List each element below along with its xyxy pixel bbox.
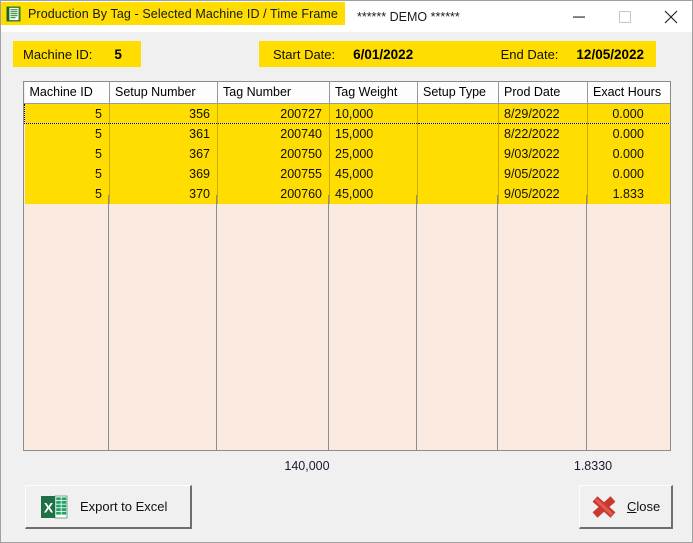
report-document-icon [6,6,21,22]
table-cell[interactable]: 0.000 [587,163,670,184]
table-cell[interactable]: 9/03/2022 [498,143,588,164]
table-cell[interactable]: 10,000 [329,103,418,124]
column-header-prod-date[interactable]: Prod Date [498,82,588,104]
table-cell[interactable] [417,163,499,184]
table-cell[interactable]: 1.833 [587,183,670,204]
machine-id-field: Machine ID: 5 [13,41,141,67]
table-cell[interactable]: 356 [109,103,218,124]
excel-icon: X [40,493,68,521]
table-cell[interactable]: 200727 [217,103,330,124]
production-table: Machine ID Setup Number Tag Number Tag Weig… [24,82,670,204]
table-cell[interactable]: 5 [24,163,110,184]
table-row[interactable]: 5 370 200760 45,000 9/05/2022 1.833 [24,183,670,204]
table-header-row: Machine ID Setup Number Tag Number Tag Weig… [24,82,670,104]
date-range-field: Start Date: 6/01/2022 End Date: 12/05/20… [259,41,656,67]
table-cell[interactable]: 8/29/2022 [498,103,588,124]
production-by-tag-window: Production By Tag - Selected Machine ID … [0,0,693,543]
title-bar-spacer [460,1,556,32]
maximize-icon [619,10,631,23]
tag-weight-total: 140,000 [284,459,330,473]
table-cell[interactable]: 45,000 [329,183,418,204]
close-button[interactable]: Close [579,485,673,529]
maximize-button[interactable] [602,1,648,32]
machine-id-label: Machine ID: [23,46,93,62]
grid-empty-column [109,195,217,450]
grid-empty-column [217,195,329,450]
table-cell[interactable]: 370 [109,183,218,204]
window-title: Production By Tag - Selected Machine ID … [28,6,338,21]
table-cell[interactable]: 361 [109,123,218,144]
grid-empty-column [24,195,109,450]
end-date-label: End Date: [500,46,559,62]
column-header-tag-weight[interactable]: Tag Weight [329,82,418,104]
table-cell[interactable]: 367 [109,143,218,164]
table-cell[interactable]: 0.000 [587,123,670,144]
start-date-label: Start Date: [273,46,336,62]
table-cell[interactable]: 5 [24,103,110,124]
export-to-excel-button[interactable]: X Export to Excel [25,485,192,529]
close-window-button[interactable] [648,1,692,32]
minimize-icon [573,11,585,23]
table-cell[interactable]: 8/22/2022 [498,123,588,144]
start-date-value: 6/01/2022 [353,46,414,62]
table-cell[interactable]: 369 [109,163,218,184]
grid-empty-column [498,195,587,450]
grid-empty-column [329,195,417,450]
table-cell[interactable]: 45,000 [329,163,418,184]
grid-empty-column [587,195,670,450]
end-date-value: 12/05/2022 [576,46,644,62]
table-cell[interactable]: 200755 [217,163,330,184]
table-cell[interactable]: 9/05/2022 [498,163,588,184]
svg-text:X: X [44,499,54,515]
table-cell[interactable]: 5 [24,183,110,204]
table-row[interactable]: 5 369 200755 45,000 9/05/2022 0.000 [24,163,670,184]
column-header-setup-type[interactable]: Setup Type [417,82,499,104]
table-cell[interactable]: 0.000 [587,103,670,124]
table-cell[interactable]: 25,000 [329,143,418,164]
column-header-tag-number[interactable]: Tag Number [217,82,330,104]
table-row[interactable]: 5 356 200727 10,000 8/29/2022 0.000 [24,103,670,124]
table-cell[interactable]: 5 [24,143,110,164]
grid-empty-area [24,195,670,450]
title-caption-block: Production By Tag - Selected Machine ID … [1,2,345,25]
table-cell[interactable] [417,103,499,124]
table-row[interactable]: 5 361 200740 15,000 8/22/2022 0.000 [24,123,670,144]
machine-id-value: 5 [114,46,122,62]
table-cell[interactable]: 9/05/2022 [498,183,588,204]
table-cell[interactable]: 200740 [217,123,330,144]
demo-banner: ****** DEMO ****** [356,9,460,24]
table-cell[interactable] [417,183,499,204]
production-data-grid[interactable]: Machine ID Setup Number Tag Number Tag Weig… [23,81,671,451]
close-accel: C [627,499,637,514]
minimize-button[interactable] [556,1,602,32]
table-cell[interactable]: 5 [24,123,110,144]
column-header-exact-hours[interactable]: Exact Hours [587,82,670,104]
table-cell[interactable]: 15,000 [329,123,418,144]
title-bar: Production By Tag - Selected Machine ID … [1,1,692,32]
table-cell[interactable] [417,143,499,164]
table-cell[interactable]: 200750 [217,143,330,164]
column-header-setup-number[interactable]: Setup Number [109,82,218,104]
column-header-machine-id[interactable]: Machine ID [24,82,110,104]
export-to-excel-label: Export to Excel [80,499,168,514]
red-x-icon [590,493,618,521]
exact-hours-total: 1.8330 [573,459,613,473]
table-row[interactable]: 5 367 200750 25,000 9/03/2022 0.000 [24,143,670,164]
grid-empty-column [417,195,498,450]
table-cell[interactable] [417,123,499,144]
window-close-icon [664,10,678,24]
table-cell[interactable]: 200760 [217,183,330,204]
close-rest: lose [636,499,661,514]
close-button-label: Close [627,499,660,514]
table-cell[interactable]: 0.000 [587,143,670,164]
